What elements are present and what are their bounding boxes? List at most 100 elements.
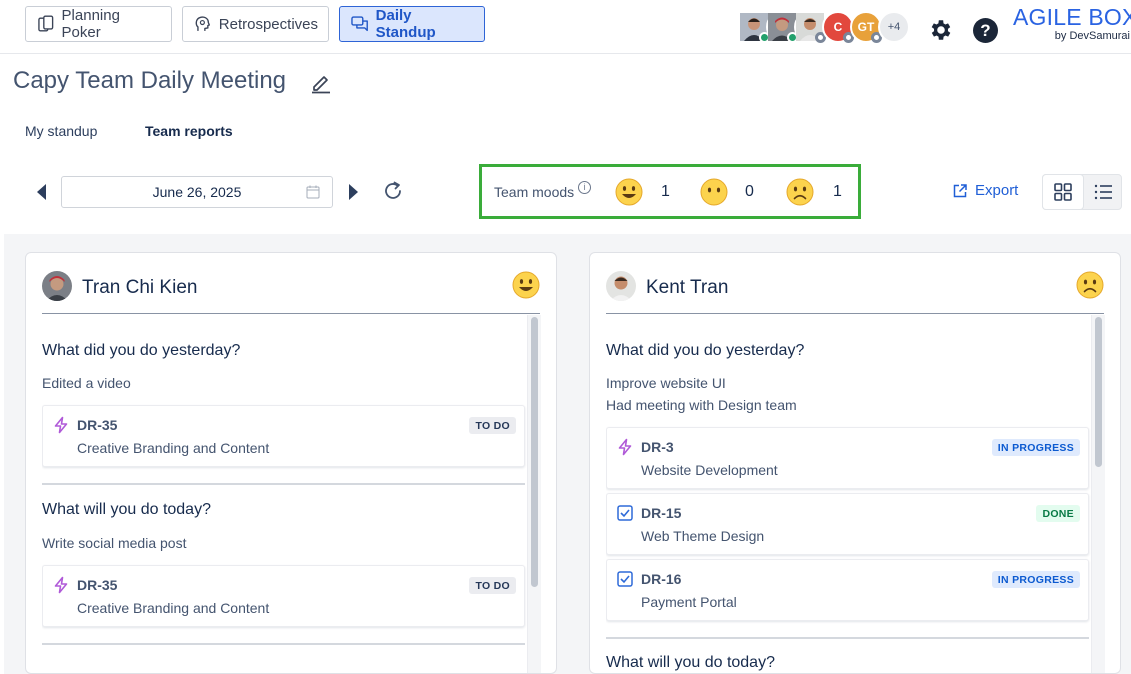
scrollbar[interactable]: [527, 315, 541, 673]
report-scroll-area[interactable]: What did you do yesterday? Improve websi…: [606, 315, 1105, 673]
member-report-card: Tran Chi Kien What did you do yesterday?…: [25, 252, 557, 674]
head-icon: [195, 16, 211, 31]
issue-title: Creative Branding and Content: [77, 600, 270, 616]
status-badge: IN PROGRESS: [991, 571, 1080, 588]
next-day-button[interactable]: [345, 183, 361, 201]
sad-count: 1: [833, 183, 842, 200]
export-label: Export: [975, 182, 1019, 199]
issue-key[interactable]: DR-35: [77, 417, 117, 433]
status-badge: TO DO: [469, 577, 516, 594]
edit-icon[interactable]: [309, 70, 333, 94]
task-checkbox-icon: [617, 505, 633, 521]
person-photo-icon: [606, 271, 636, 301]
team-moods-label: Team moods i: [494, 180, 592, 200]
answer-text: Write social media post: [42, 535, 187, 551]
epic-lightning-icon: [54, 576, 68, 594]
team-moods-text: Team moods: [494, 183, 575, 200]
brand-name: AGILE BOX: [1013, 4, 1131, 30]
brand-subtitle: by DevSamurai: [1054, 30, 1130, 42]
card-header: Kent Tran: [606, 269, 1104, 314]
sad-face-icon: [786, 178, 814, 206]
list-view-button[interactable]: [1083, 175, 1123, 209]
help-icon: ?: [980, 20, 991, 40]
scrollbar-thumb[interactable]: [531, 317, 538, 587]
view-toggle: [1042, 174, 1122, 210]
chat-icon: [351, 16, 368, 32]
date-picker[interactable]: June 26, 2025: [61, 176, 333, 208]
status-badge: DONE: [1036, 505, 1080, 522]
info-icon[interactable]: i: [578, 180, 592, 194]
question-yesterday: What did you do yesterday?: [42, 342, 241, 359]
issue-card[interactable]: DR-16 Payment Portal IN PROGRESS: [606, 559, 1089, 621]
issue-key[interactable]: DR-35: [77, 577, 117, 593]
tab-label: My standup: [25, 122, 98, 139]
daily-standup-label: Daily Standup: [375, 7, 436, 41]
person-photo-icon: [42, 271, 72, 301]
issue-key[interactable]: DR-16: [641, 571, 681, 587]
sad-face-icon: [1076, 271, 1104, 299]
page-title: Capy Team Daily Meeting: [13, 67, 287, 94]
answer-text: Improve website UI: [606, 375, 726, 391]
question-today: What will you do today?: [606, 654, 775, 671]
scrollbar[interactable]: [1091, 315, 1105, 673]
answer-text: Had meeting with Design team: [606, 397, 797, 413]
section-divider: [42, 483, 525, 485]
help-button[interactable]: ?: [973, 18, 998, 43]
status-badge: TO DO: [469, 417, 516, 434]
cards-icon: [38, 15, 54, 32]
tab-team-reports[interactable]: Team reports: [125, 108, 254, 153]
neutral-count: 0: [745, 183, 754, 200]
planning-poker-label: Planning Poker: [61, 7, 120, 41]
member-name: Tran Chi Kien: [82, 277, 198, 298]
question-today: What will you do today?: [42, 501, 211, 518]
retrospectives-label: Retrospectives: [218, 15, 318, 33]
avatar-initials: GT: [857, 20, 875, 34]
card-header: Tran Chi Kien: [42, 269, 540, 314]
issue-card[interactable]: DR-35 Creative Branding and Content TO D…: [42, 405, 525, 467]
issue-title: Creative Branding and Content: [77, 440, 270, 456]
task-checkbox-icon: [617, 571, 633, 587]
issue-card[interactable]: DR-15 Web Theme Design DONE: [606, 493, 1089, 555]
calendar-icon[interactable]: [306, 185, 320, 199]
tab-label: Team reports: [145, 122, 233, 139]
export-icon: [953, 183, 967, 197]
refresh-icon[interactable]: [382, 180, 404, 202]
retrospectives-button[interactable]: Retrospectives: [182, 6, 329, 42]
issue-title: Payment Portal: [641, 594, 737, 610]
date-value: June 26, 2025: [152, 184, 242, 200]
issue-card[interactable]: DR-3 Website Development IN PROGRESS: [606, 427, 1089, 489]
avatar: [606, 271, 636, 301]
tab-my-standup[interactable]: My standup: [5, 108, 117, 153]
issue-title: Web Theme Design: [641, 528, 765, 544]
happy-count: 1: [661, 183, 670, 200]
issue-card[interactable]: DR-35 Creative Branding and Content TO D…: [42, 565, 525, 627]
scrollbar-thumb[interactable]: [1095, 317, 1102, 467]
list-icon: [1094, 184, 1112, 200]
member-report-card: Kent Tran What did you do yesterday? Imp…: [589, 252, 1121, 674]
issue-key[interactable]: DR-3: [641, 439, 674, 455]
avatar: [42, 271, 72, 301]
daily-standup-button[interactable]: Daily Standup: [339, 6, 485, 42]
happy-face-icon: [615, 178, 643, 206]
grid-view-button[interactable]: [1043, 175, 1083, 209]
top-bar: Planning Poker Retrospectives Daily Stan…: [0, 0, 1131, 54]
happy-face-icon: [512, 271, 540, 299]
grid-icon: [1054, 183, 1072, 201]
team-moods-panel: Team moods i 1 0 1: [479, 164, 861, 219]
brand-logo: AGILE BOX by DevSamurai: [1013, 4, 1131, 42]
report-scroll-area[interactable]: What did you do yesterday? Edited a vide…: [42, 315, 541, 673]
section-divider: [606, 637, 1089, 639]
avatar-initials: C: [833, 20, 843, 34]
issue-title: Website Development: [641, 462, 778, 478]
answer-text: Edited a video: [42, 375, 131, 391]
planning-poker-button[interactable]: Planning Poker: [25, 6, 172, 42]
export-button[interactable]: Export: [952, 182, 1018, 199]
epic-lightning-icon: [618, 438, 632, 456]
member-name: Kent Tran: [646, 277, 729, 298]
participant-avatars[interactable]: C GT +4: [738, 11, 910, 43]
neutral-face-icon: [700, 178, 728, 206]
more-participants-badge[interactable]: +4: [878, 11, 910, 43]
gear-icon[interactable]: [928, 17, 954, 43]
issue-key[interactable]: DR-15: [641, 505, 681, 521]
previous-day-button[interactable]: [34, 183, 50, 201]
